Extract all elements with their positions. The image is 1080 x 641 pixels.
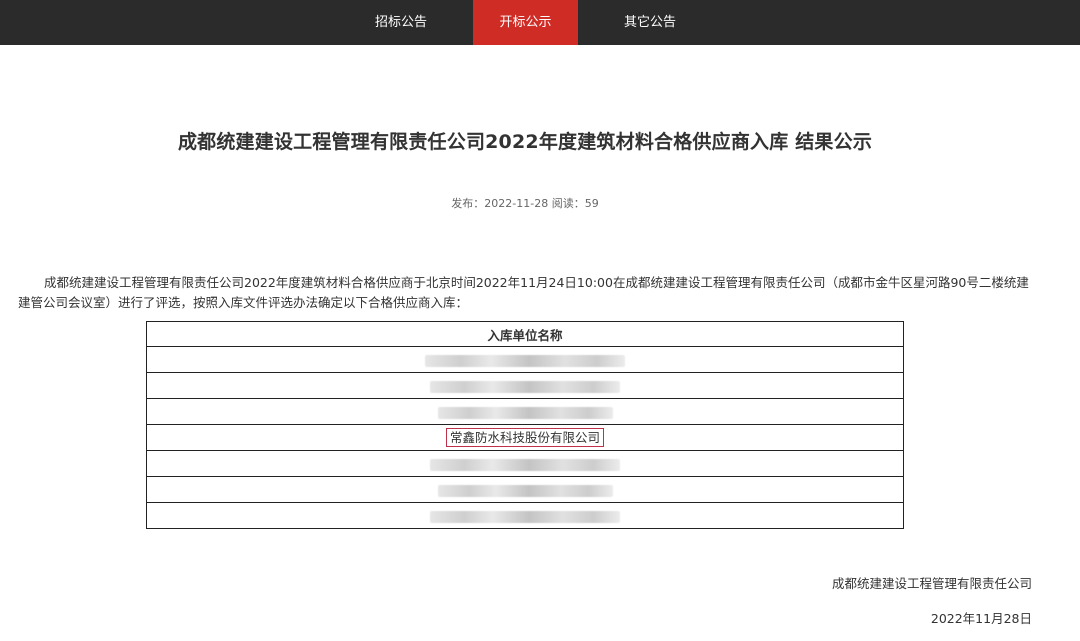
table-row (146, 346, 904, 373)
table-cell-supplier: 常鑫防水科技股份有限公司 (146, 424, 904, 451)
footer-company: 成都统建建设工程管理有限责任公司 (831, 576, 1032, 591)
table-header-cell: 入库单位名称 (146, 321, 904, 347)
redacted-text-blur (437, 406, 613, 419)
redacted-text-blur (430, 510, 620, 523)
highlighted-supplier-name: 常鑫防水科技股份有限公司 (445, 428, 604, 447)
nav-tab-other-announcements[interactable]: 其它公告 (595, 0, 705, 45)
table-cell-redacted (146, 502, 904, 529)
table-row: 常鑫防水科技股份有限公司 (146, 424, 904, 451)
table-row (146, 476, 904, 503)
table-cell-redacted (146, 346, 904, 373)
table-header-row: 入库单位名称 (146, 321, 904, 347)
table-row (146, 398, 904, 425)
table-cell-redacted (146, 372, 904, 399)
redacted-text-blur (430, 380, 620, 393)
top-nav-bar: 招标公告 开标公示 其它公告 (0, 0, 1080, 45)
table-row (146, 450, 904, 477)
page-title: 成都统建建设工程管理有限责任公司2022年度建筑材料合格供应商入库 结果公示 (177, 131, 873, 153)
table-cell-redacted (146, 398, 904, 425)
supplier-table: 入库单位名称 常鑫防水科技股份有限公司 (146, 321, 904, 529)
footer-date: 2022年11月28日 (930, 611, 1032, 626)
table-cell-redacted (146, 476, 904, 503)
nav-tab-bidding-announcements[interactable]: 招标公告 (346, 0, 456, 45)
redacted-text-blur (437, 484, 613, 497)
publish-meta: 发布：2022-11-28 阅读：59 (451, 197, 599, 210)
redacted-text-blur (430, 458, 620, 471)
article-page: 成都统建建设工程管理有限责任公司2022年度建筑材料合格供应商入库 结果公示 发… (0, 45, 1080, 641)
table-row (146, 372, 904, 399)
table-cell-redacted (146, 450, 904, 477)
redacted-text-blur (425, 354, 625, 367)
table-row (146, 502, 904, 529)
nav-tab-bid-opening-notices[interactable]: 开标公示 (473, 0, 578, 45)
article-body: 成都统建建设工程管理有限责任公司2022年度建筑材料合格供应商于北京时间2022… (18, 275, 1029, 310)
